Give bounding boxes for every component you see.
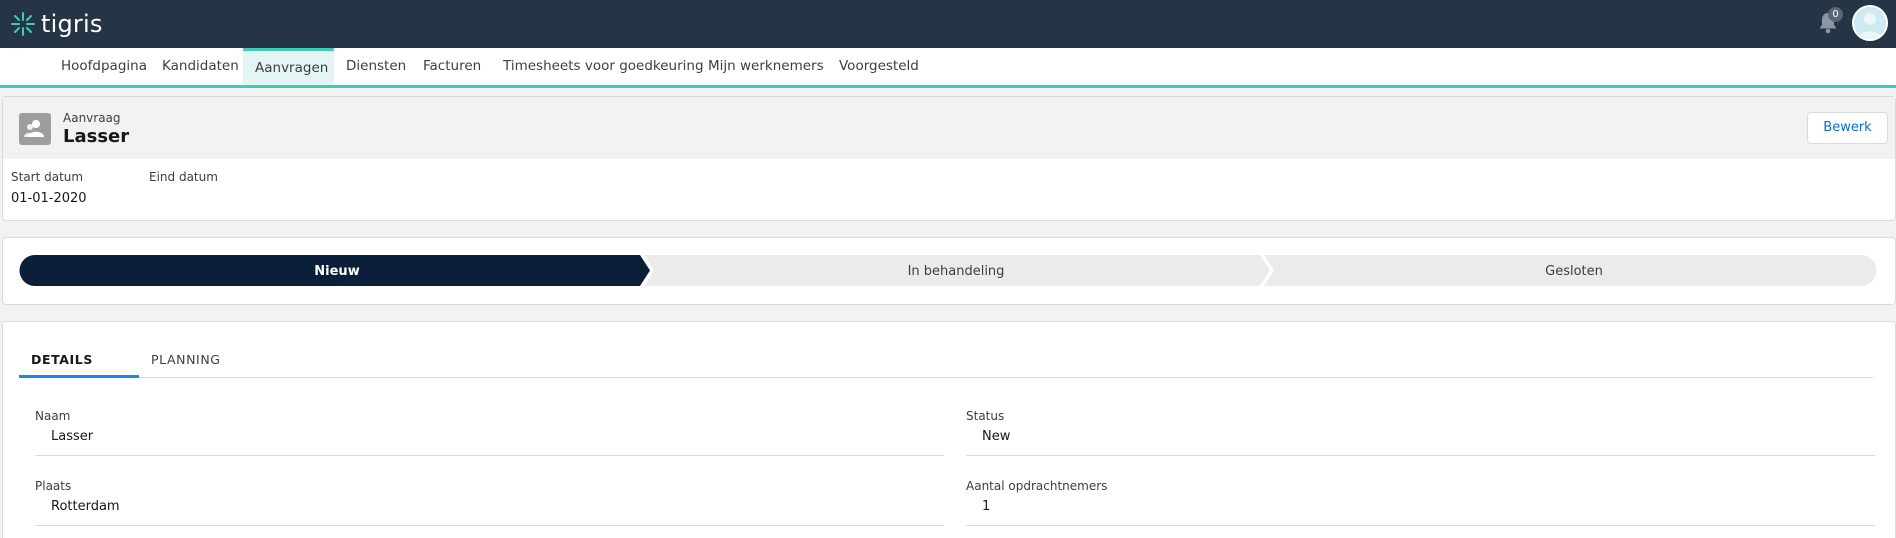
path-stage-in-behandeling-label: In behandeling xyxy=(908,264,1005,279)
start-date-label: Start datum xyxy=(11,170,84,184)
nav-item-mijn-werknemers[interactable]: Mijn werknemers xyxy=(696,48,836,85)
nav-item-diensten[interactable]: Diensten xyxy=(334,48,418,85)
tab-details[interactable]: DETAILS xyxy=(31,352,93,367)
notification-count-badge: 0 xyxy=(1828,7,1843,22)
naam-divider xyxy=(35,455,944,456)
plaats-divider xyxy=(35,525,944,526)
user-avatar-icon xyxy=(1858,13,1882,39)
tabs-divider xyxy=(19,377,1873,378)
record-header-card: Aanvraag Lasser Bewerk Start datum 01-01… xyxy=(2,96,1896,221)
nav-item-facturen[interactable]: Facturen xyxy=(411,48,493,85)
aantal-opdrachtnemers-value: 1 xyxy=(982,499,991,514)
nav-item-timesheets[interactable]: Timesheets voor goedkeuring xyxy=(491,48,716,85)
avatar[interactable] xyxy=(1852,5,1888,41)
nav-item-hoofdpagina[interactable]: Hoofdpagina xyxy=(49,48,159,85)
plaats-label: Plaats xyxy=(35,479,72,493)
record-title: Lasser xyxy=(63,126,130,147)
status-path-card: Nieuw In behandeling Gesloten xyxy=(2,237,1896,305)
nav-item-aanvragen[interactable]: Aanvragen xyxy=(243,48,334,85)
plaats-value: Rotterdam xyxy=(51,499,120,514)
record-header: Aanvraag Lasser Bewerk xyxy=(3,97,1895,159)
nav-item-kandidaten[interactable]: Kandidaten xyxy=(150,48,251,85)
status-path: Nieuw In behandeling Gesloten xyxy=(19,255,1877,286)
end-date-label: Eind datum xyxy=(149,170,218,184)
top-bar: tigris 0 xyxy=(0,0,1896,48)
tab-planning[interactable]: PLANNING xyxy=(151,352,221,367)
app-logo[interactable]: tigris xyxy=(10,9,103,39)
record-type-label: Aanvraag xyxy=(63,111,121,125)
aantal-opdrachtnemers-label: Aantal opdrachtnemers xyxy=(966,479,1108,493)
start-date-value: 01-01-2020 xyxy=(11,191,87,206)
tigris-logo-icon xyxy=(11,12,35,36)
edit-button[interactable]: Bewerk xyxy=(1807,112,1888,144)
status-label: Status xyxy=(966,409,1005,423)
status-divider xyxy=(966,455,1875,456)
active-tab-indicator xyxy=(19,375,139,378)
main-nav: Hoofdpagina Kandidaten Aanvragen Dienste… xyxy=(0,48,1896,88)
app-name: tigris xyxy=(41,10,103,38)
aantal-divider xyxy=(966,525,1875,526)
details-card: DETAILS PLANNING Naam Lasser Status New … xyxy=(2,321,1896,538)
contacts-icon xyxy=(24,120,44,137)
nav-item-voorgesteld[interactable]: Voorgesteld xyxy=(827,48,931,85)
status-value: New xyxy=(982,429,1011,444)
path-stage-nieuw-label: Nieuw xyxy=(314,264,359,279)
record-type-icon xyxy=(19,113,51,145)
naam-value: Lasser xyxy=(51,429,94,444)
path-stage-gesloten-label: Gesloten xyxy=(1545,264,1603,279)
naam-label: Naam xyxy=(35,409,71,423)
